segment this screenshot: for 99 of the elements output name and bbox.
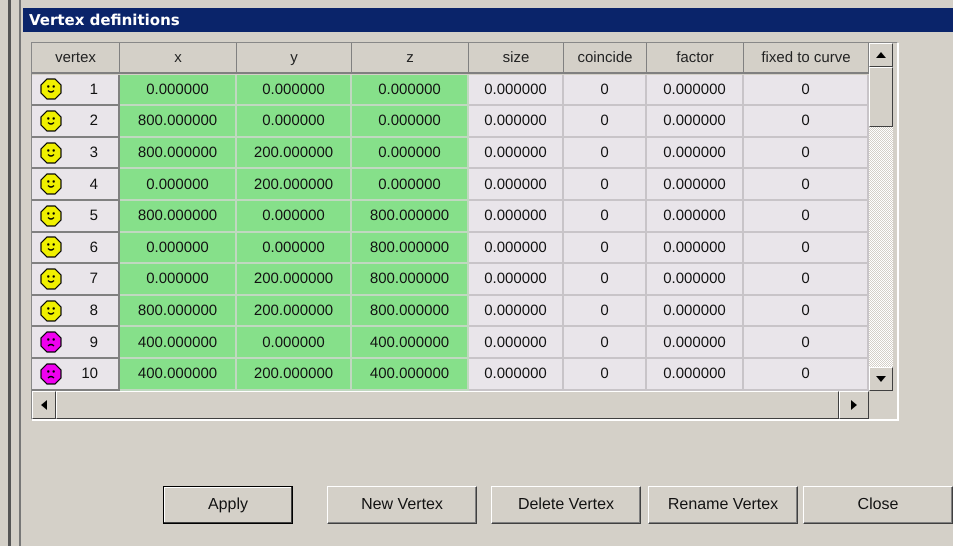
table-cell: 800.000000 (120, 106, 237, 138)
dialog-button[interactable]: Apply (163, 486, 293, 524)
table-cell: 0.000000 (647, 200, 744, 233)
table-cell: 0.000000 (469, 232, 564, 264)
table-cell: 400.000000 (352, 327, 469, 359)
scroll-left-button[interactable] (32, 390, 56, 419)
table-cell: 800.000000 (352, 232, 469, 264)
table-cell: 0.000000 (469, 138, 564, 170)
table-cell: 0.000000 (120, 169, 237, 201)
table-cell: 0 (564, 200, 647, 233)
table-cell: 0 (564, 138, 647, 170)
table-cell: 0.000000 (647, 296, 744, 328)
column-header[interactable]: size (469, 43, 564, 74)
vertex-number: 1 (90, 80, 98, 98)
dialog-button[interactable]: Close (803, 486, 953, 524)
table-cell: 0 (744, 358, 869, 391)
table-cell: 0.000000 (237, 232, 352, 264)
vertex-number: 2 (90, 112, 98, 130)
table-cell: 0 (744, 327, 869, 359)
table-cell: 0 (744, 200, 869, 233)
table-cell: 0 (744, 138, 869, 170)
table-cell: 0.000000 (469, 296, 564, 328)
column-header[interactable]: coincide (564, 43, 647, 74)
scroll-up-button[interactable] (869, 43, 893, 67)
table-cell: 0.000000 (647, 106, 744, 138)
vertex-number: 6 (90, 238, 98, 256)
table-cell: 200.000000 (237, 169, 352, 201)
column-header[interactable]: x (120, 43, 237, 74)
table-cell: 0 (564, 327, 647, 359)
table-cell: 0.000000 (647, 264, 744, 296)
column-header[interactable]: factor (647, 43, 744, 74)
table-cell: 0 (744, 232, 869, 264)
table-cell: 800.000000 (120, 296, 237, 328)
vertex-number: 9 (90, 334, 98, 351)
table-cell: 200.000000 (237, 358, 352, 391)
table-cell: 0.000000 (469, 358, 564, 391)
table-cell: 0.000000 (352, 106, 469, 138)
column-header[interactable]: y (237, 43, 352, 74)
table-cell: 800.000000 (352, 296, 469, 328)
scroll-right-button[interactable] (839, 390, 869, 419)
table-cell: 0.000000 (647, 358, 744, 391)
table-cell: 0.000000 (469, 106, 564, 138)
table-cell: 0.000000 (647, 327, 744, 359)
table-cell: 0 (564, 264, 647, 296)
table-cell: 0.000000 (120, 264, 237, 296)
window-title: Vertex definitions (29, 11, 180, 29)
table-cell: 200.000000 (237, 264, 352, 296)
table-cell: 0.000000 (352, 169, 469, 201)
dialog-button[interactable]: Rename Vertex (648, 486, 798, 524)
table-cell: 800.000000 (352, 200, 469, 233)
table-cell: 0.000000 (469, 327, 564, 359)
table-cell: 0.000000 (120, 74, 237, 106)
table-cell: 400.000000 (120, 358, 237, 391)
table-cell: 0 (744, 169, 869, 201)
table-cell: 0 (564, 106, 647, 138)
table-cell: 800.000000 (120, 200, 237, 233)
table-cell: 200.000000 (237, 296, 352, 328)
table-cell: 0.000000 (237, 106, 352, 138)
table-cell: 0 (744, 74, 869, 106)
table-cell: 0.000000 (237, 327, 352, 359)
column-header[interactable]: vertex (32, 43, 120, 74)
column-header[interactable]: z (352, 43, 469, 74)
table-cell: 800.000000 (120, 138, 237, 170)
vertex-number: 4 (90, 176, 98, 193)
dialog-button[interactable]: Delete Vertex (491, 486, 641, 524)
table-cell: 0 (564, 232, 647, 264)
vertex-number: 5 (90, 207, 98, 224)
table-cell: 0.000000 (469, 169, 564, 201)
vertex-number: 7 (90, 270, 98, 288)
table-cell: 0.000000 (237, 200, 352, 233)
table-cell: 0.000000 (352, 74, 469, 106)
vertex-number: 8 (90, 302, 98, 320)
table-cell: 200.000000 (237, 138, 352, 170)
scroll-thumb[interactable] (869, 67, 893, 127)
table-cell: 0.000000 (647, 232, 744, 264)
table-cell: 0 (564, 74, 647, 106)
table-cell: 0 (744, 106, 869, 138)
table-cell: 0.000000 (647, 74, 744, 106)
table-cell: 0 (564, 358, 647, 391)
table-cell: 0.000000 (469, 264, 564, 296)
table-cell: 0 (744, 264, 869, 296)
column-header[interactable]: fixed to curve (744, 43, 869, 74)
dialog-button[interactable]: New Vertex (327, 486, 477, 524)
table-cell: 400.000000 (120, 327, 237, 359)
table-cell: 0.000000 (647, 138, 744, 170)
scroll-down-button[interactable] (869, 366, 893, 391)
table-cell: 0.000000 (469, 200, 564, 233)
table-cell: 0 (564, 296, 647, 328)
table-cell: 0.000000 (647, 169, 744, 201)
table-cell: 0.000000 (469, 74, 564, 106)
table-cell: 0 (744, 296, 869, 328)
table-cell: 0.000000 (237, 74, 352, 106)
table-cell: 0.000000 (352, 138, 469, 170)
vertex-number: 3 (90, 144, 98, 162)
table-cell: 400.000000 (352, 358, 469, 391)
table-cell: 800.000000 (352, 264, 469, 296)
table-cell: 0.000000 (120, 232, 237, 264)
vertex-number: 10 (81, 365, 98, 382)
table-cell: 0 (564, 169, 647, 201)
